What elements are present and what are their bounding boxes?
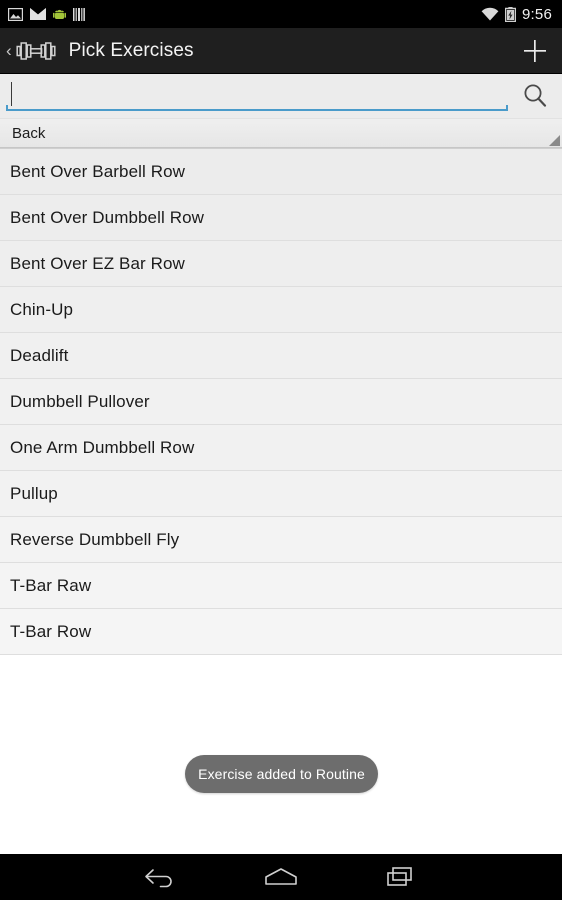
home-icon[interactable] <box>263 866 299 888</box>
add-exercise-button[interactable] <box>522 38 548 64</box>
action-bar-up-button[interactable]: ‹ Pick Exercises <box>6 38 194 64</box>
toast-notification: Exercise added to Routine <box>185 755 378 793</box>
android-icon <box>53 9 66 19</box>
toast-message: Exercise added to Routine <box>198 766 365 782</box>
barcode-icon <box>73 7 85 21</box>
nav-recents-button[interactable] <box>341 854 461 900</box>
status-bar: 9:56 <box>0 0 562 28</box>
wifi-icon <box>481 7 499 21</box>
list-item[interactable]: One Arm Dumbbell Row <box>0 425 562 471</box>
exercise-name: Dumbbell Pullover <box>10 391 150 411</box>
action-bar: ‹ Pick Exercises <box>0 28 562 74</box>
status-bar-notification-icons <box>8 7 85 21</box>
status-bar-clock: 9:56 <box>522 5 552 23</box>
list-item[interactable]: Deadlift <box>0 333 562 379</box>
search-input[interactable] <box>6 80 508 110</box>
exercise-name: Bent Over Dumbbell Row <box>10 207 204 227</box>
exercise-name: T-Bar Raw <box>10 575 92 595</box>
list-item[interactable]: T-Bar Row <box>0 609 562 655</box>
plus-icon[interactable] <box>522 38 548 64</box>
spinner-selected-label: Back <box>12 125 46 142</box>
dumbbell-icon[interactable] <box>16 38 56 64</box>
list-item[interactable]: Bent Over EZ Bar Row <box>0 241 562 287</box>
list-item[interactable]: Pullup <box>0 471 562 517</box>
app-screen: 9:56 ‹ Pick Exercises Back Bent Over Bar… <box>0 0 562 900</box>
status-bar-system-icons: 9:56 <box>481 6 552 23</box>
exercise-name: Pullup <box>10 483 58 503</box>
back-icon[interactable] <box>144 865 178 889</box>
list-item[interactable]: Bent Over Dumbbell Row <box>0 195 562 241</box>
dropdown-caret-icon[interactable] <box>549 135 560 146</box>
exercise-name: T-Bar Row <box>10 621 92 641</box>
exercise-name: One Arm Dumbbell Row <box>10 437 195 457</box>
list-item[interactable]: Dumbbell Pullover <box>0 379 562 425</box>
list-item[interactable]: Reverse Dumbbell Fly <box>0 517 562 563</box>
nav-back-button[interactable] <box>101 854 221 900</box>
exercise-name: Bent Over EZ Bar Row <box>10 253 185 273</box>
exercise-name: Reverse Dumbbell Fly <box>10 529 180 549</box>
search-button[interactable] <box>516 79 554 113</box>
exercise-name: Chin-Up <box>10 299 74 319</box>
search-icon[interactable] <box>521 82 549 110</box>
search-row <box>0 74 562 118</box>
list-item[interactable]: T-Bar Raw <box>0 563 562 609</box>
recents-icon[interactable] <box>385 865 417 889</box>
exercise-name: Deadlift <box>10 345 69 365</box>
back-chevron-icon[interactable]: ‹ <box>6 42 12 59</box>
exercise-list[interactable]: Bent Over Barbell Row Bent Over Dumbbell… <box>0 149 562 854</box>
nav-home-button[interactable] <box>221 854 341 900</box>
email-icon <box>30 8 46 20</box>
muscle-group-spinner[interactable]: Back <box>0 118 562 148</box>
search-underline <box>6 105 508 111</box>
page-title: Pick Exercises <box>68 39 194 61</box>
exercise-name: Bent Over Barbell Row <box>10 161 186 181</box>
navigation-bar <box>0 854 562 900</box>
list-item[interactable]: Chin-Up <box>0 287 562 333</box>
text-caret <box>11 82 12 106</box>
filter-panel: Back <box>0 74 562 149</box>
list-item[interactable]: Bent Over Barbell Row <box>0 149 562 195</box>
battery-charging-icon <box>505 6 516 22</box>
search-field[interactable] <box>6 80 508 114</box>
screenshot-icon <box>8 7 23 21</box>
spinner-underline <box>0 147 562 148</box>
